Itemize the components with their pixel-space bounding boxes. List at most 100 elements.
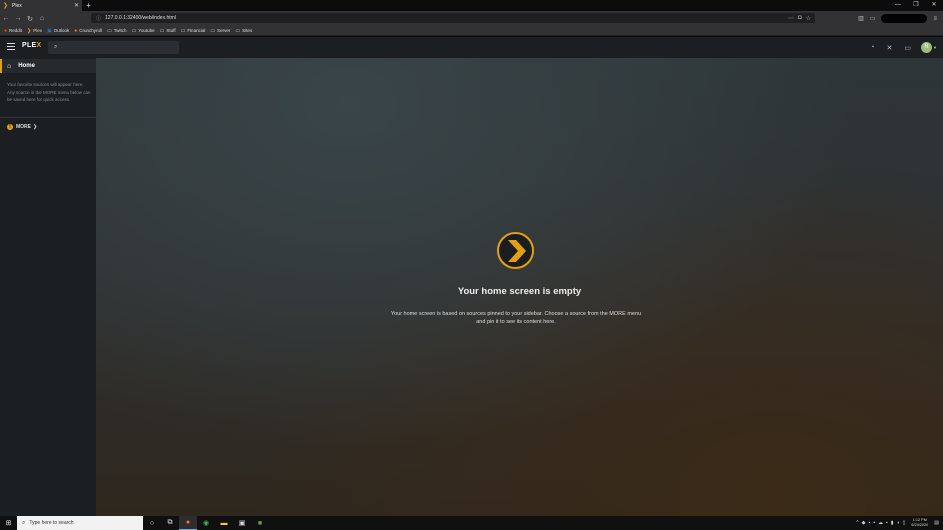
system-tray: ^ ◆ ▪ ▪ ☁ ▪ ▮ ◖ ▯ 1:12 PM 6/24/2020 ▤ [853, 516, 939, 530]
chevron-right-icon: ❯ [33, 124, 38, 130]
folder-icon: ▭ [107, 27, 112, 34]
bookmark-label: Twitch [113, 28, 127, 33]
notifications-icon[interactable]: ▤ [934, 520, 939, 526]
reload-icon[interactable]: ↻ [24, 15, 36, 23]
bookmark-item[interactable]: ▭ Financial [181, 28, 206, 34]
bookmark-star-icon[interactable]: ☆ [806, 15, 811, 22]
home-icon[interactable]: ⌂ [36, 15, 48, 22]
chevron-up-icon[interactable]: ^ [856, 520, 858, 526]
search-icon: ⌕ [22, 519, 26, 526]
minecraft-icon[interactable]: ■ [251, 520, 269, 527]
tab-title: Plex [12, 2, 22, 9]
taskbar: ⊞ ⌕ Type here to search ○ ⧉ ● ◉ ▬ ▣ ■ [0, 516, 943, 530]
bookmark-item[interactable]: ● Reddit [4, 28, 22, 34]
forward-icon[interactable]: → [12, 15, 24, 22]
bookmark-label: Financial [187, 28, 206, 33]
window-controls: — ❐ ✕ [889, 0, 943, 11]
folder-icon: ▭ [180, 27, 186, 34]
bookmark-label: Sites [242, 28, 253, 33]
cortana-icon[interactable]: ○ [143, 520, 161, 527]
bookmark-item[interactable]: ● Crunchyroll [74, 28, 102, 34]
empty-description: Your home screen is based on sources pin… [390, 311, 642, 325]
chevron-right-icon [508, 240, 526, 262]
plex-logo[interactable]: PLEX [22, 42, 42, 49]
alert-icon: ! [7, 124, 13, 130]
windows-start-icon[interactable]: ⊞ [0, 519, 17, 527]
home-empty-state: Your home screen is empty Your home scre… [96, 58, 943, 516]
battery-icon[interactable]: ▯ [903, 520, 906, 526]
tray-app-icon[interactable]: ◆ [862, 520, 866, 526]
clock-date: 6/24/2020 [911, 523, 929, 527]
sidebar-item-label: Home [18, 63, 35, 69]
close-window-icon[interactable]: ✕ [925, 0, 943, 11]
pocket-icon[interactable]: ◘ [798, 15, 802, 21]
page-actions-icon[interactable]: ⋯ [788, 15, 794, 22]
bookmark-item[interactable]: ▭ Twitch [107, 28, 127, 34]
page-title: Your home screen is empty [457, 286, 582, 297]
more-button[interactable]: ! MORE ❯ [7, 124, 37, 130]
divider [0, 117, 96, 118]
firefox-icon[interactable]: ● [179, 516, 197, 530]
settings-tools-icon[interactable]: ✕ [887, 44, 893, 52]
hamburger-menu-icon[interactable] [7, 43, 15, 51]
sidebar-toggle-icon[interactable]: ▭ [870, 15, 876, 22]
bookmark-label: Plex [33, 28, 43, 33]
maximize-icon[interactable]: ❐ [907, 0, 925, 11]
crunchyroll-icon: ● [74, 27, 78, 34]
volume-icon[interactable]: ◖ [897, 520, 900, 526]
bookmarks-bar: ● Reddit ❯ Plex ▣ Outlook ● Crunchyroll ▭ Twitch ▭… [0, 26, 943, 36]
file-explorer-icon[interactable]: ▬ [215, 520, 233, 527]
plex-top-bar: PLEX ⌕ ◔ ✕ ▭ R ▼ [0, 37, 943, 58]
browser-tab-strip: ❯ Plex ✕ + — ❐ ✕ [0, 0, 943, 11]
plex-favicon-icon: ❯ [3, 2, 9, 9]
close-tab-icon[interactable]: ✕ [74, 2, 79, 9]
bookmark-item[interactable]: ▭ Server [210, 28, 230, 34]
bookmark-item[interactable]: ❯ Plex [27, 28, 42, 34]
sidebar-hint: Your favorite sources will appear here. … [7, 82, 91, 102]
url-text[interactable]: 127.0.0.1:32400/web/index.html [105, 15, 788, 21]
library-icon[interactable]: ▥ [858, 15, 864, 22]
bookmark-label: Reddit [9, 28, 23, 33]
url-bar[interactable]: ⓘ 127.0.0.1:32400/web/index.html ⋯ ◘ ☆ [91, 13, 815, 23]
bookmark-item[interactable]: ▭ Sites [235, 28, 252, 34]
menu-icon[interactable]: ≡ [933, 16, 937, 22]
plex-chevron-logo-icon [497, 232, 534, 269]
search-icon: ⌕ [54, 44, 58, 50]
task-view-icon[interactable]: ⧉ [161, 519, 179, 527]
network-icon[interactable]: ▮ [891, 520, 894, 526]
chrome-icon[interactable]: ◉ [197, 519, 215, 527]
folder-icon: ▭ [131, 27, 137, 34]
folder-icon: ▭ [159, 27, 165, 34]
folder-icon: ▭ [235, 27, 241, 34]
tray-app-icon[interactable]: ▪ [868, 520, 870, 526]
sidebar: ⌂ Home Your favorite sources will appear… [0, 58, 96, 516]
site-info-icon[interactable]: ⓘ [96, 15, 101, 22]
bookmark-label: Stuff [166, 28, 176, 33]
store-icon[interactable]: ▣ [233, 519, 251, 527]
browser-toolbar-right: ▥ ▭ ≡ [858, 11, 943, 26]
tray-app-icon[interactable]: ▪ [873, 520, 875, 526]
new-tab-button[interactable]: + [86, 0, 91, 11]
bookmark-item[interactable]: ▣ Outlook [47, 28, 69, 34]
bookmark-item[interactable]: ▭ Stuff [160, 28, 176, 34]
redacted-area [881, 14, 928, 23]
browser-tab[interactable]: ❯ Plex ✕ [0, 0, 82, 11]
tray-app-icon[interactable]: ▪ [886, 520, 888, 526]
bookmark-label: Server [217, 28, 231, 33]
minimize-icon[interactable]: — [889, 0, 907, 11]
clock[interactable]: 1:12 PM 6/24/2020 [911, 518, 928, 528]
back-icon[interactable]: ← [0, 15, 12, 22]
reddit-icon: ● [4, 27, 8, 34]
chevron-down-icon[interactable]: ▼ [933, 45, 937, 50]
search-input[interactable]: ⌕ [48, 41, 179, 54]
bookmark-item[interactable]: ▭ Youtube [132, 28, 155, 34]
activity-icon[interactable]: ◔ [870, 44, 874, 51]
plex-top-actions: ◔ ✕ ▭ R ▼ [858, 40, 937, 55]
cast-icon[interactable]: ▭ [904, 44, 911, 52]
more-label: MORE [16, 124, 31, 130]
sidebar-item-home[interactable]: ⌂ Home [0, 59, 96, 73]
avatar[interactable]: R [921, 42, 933, 53]
plex-icon: ❯ [27, 27, 32, 34]
onedrive-icon[interactable]: ☁ [878, 520, 883, 526]
taskbar-search-input[interactable]: ⌕ Type here to search [17, 516, 143, 530]
